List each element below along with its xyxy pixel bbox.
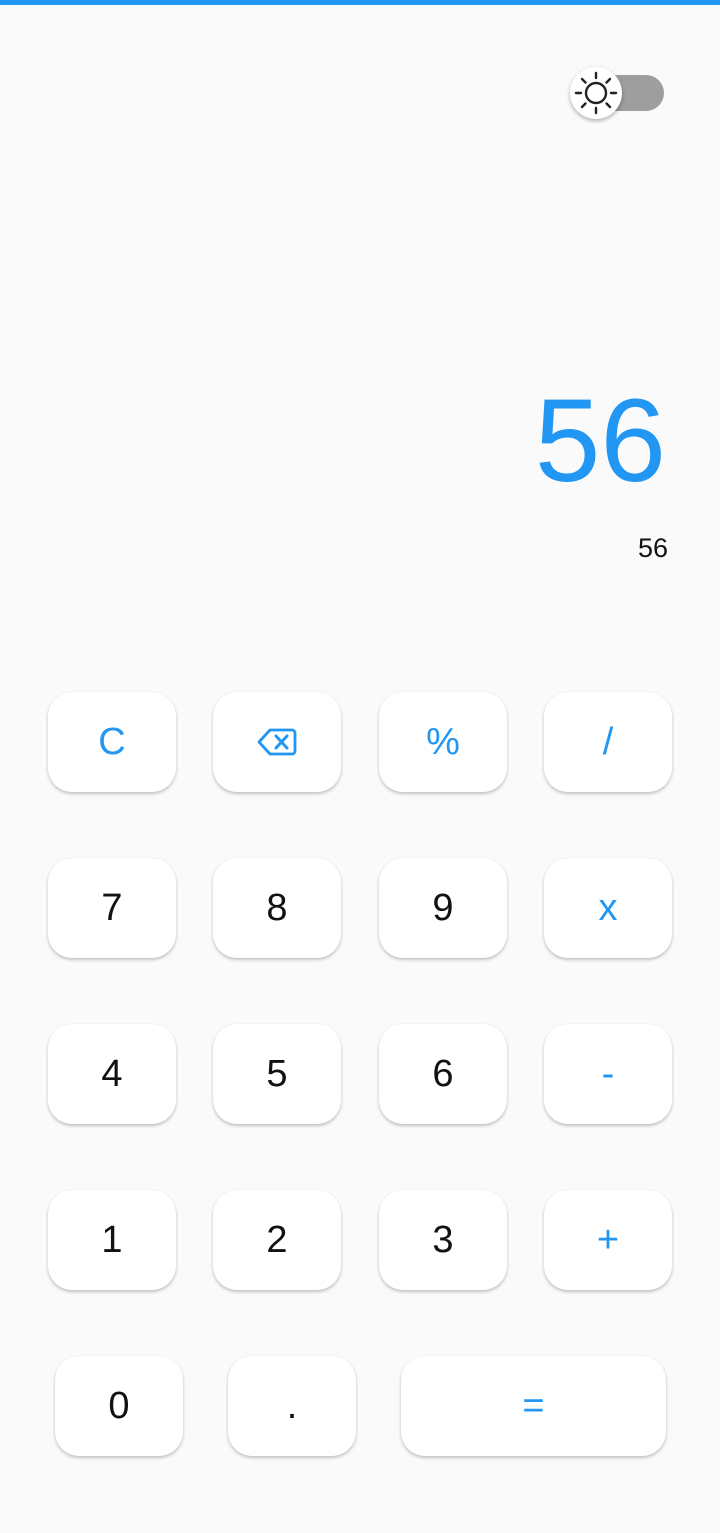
backspace-icon [257,728,297,756]
one-label: 1 [101,1219,123,1261]
toggle-thumb[interactable] [570,67,622,119]
subtract-label: - [601,1053,615,1095]
decimal-label: . [286,1385,298,1427]
seven-label: 7 [101,887,123,929]
percent-button[interactable]: % [379,692,507,792]
nine-button[interactable]: 9 [379,858,507,958]
four-button[interactable]: 4 [48,1024,176,1124]
clear-button[interactable]: C [48,692,176,792]
three-button[interactable]: 3 [379,1190,507,1290]
subtract-button[interactable]: - [544,1024,672,1124]
four-label: 4 [101,1053,123,1095]
eight-button[interactable]: 8 [213,858,341,958]
six-button[interactable]: 6 [379,1024,507,1124]
two-label: 2 [266,1219,288,1261]
one-button[interactable]: 1 [48,1190,176,1290]
nine-label: 9 [432,887,454,929]
zero-label: 0 [108,1385,130,1427]
backspace-button[interactable] [213,692,341,792]
add-button[interactable]: + [544,1190,672,1290]
five-button[interactable]: 5 [213,1024,341,1124]
six-label: 6 [432,1053,454,1095]
percent-label: % [426,721,460,763]
display-expression: 56 [637,533,668,563]
divide-button[interactable]: / [544,692,672,792]
add-label: + [596,1219,620,1261]
equals-label: = [522,1385,545,1427]
decimal-button[interactable]: . [228,1356,356,1456]
eight-label: 8 [266,887,288,929]
display-result: 56 [534,375,666,507]
five-label: 5 [266,1053,288,1095]
top-accent-bar [0,0,720,5]
theme-toggle[interactable] [570,66,666,120]
multiply-label: x [598,887,618,929]
seven-button[interactable]: 7 [48,858,176,958]
two-button[interactable]: 2 [213,1190,341,1290]
clear-label: C [98,721,126,763]
three-label: 3 [432,1219,454,1261]
zero-button[interactable]: 0 [55,1356,183,1456]
equals-button[interactable]: = [401,1356,666,1456]
sun-icon [574,71,618,115]
divide-label: / [602,721,614,763]
multiply-button[interactable]: x [544,858,672,958]
